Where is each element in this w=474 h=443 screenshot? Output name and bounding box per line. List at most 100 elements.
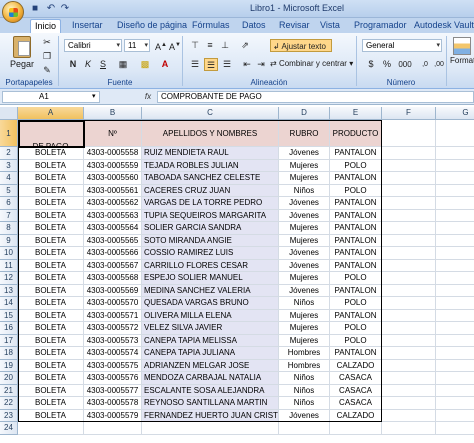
increase-decimal-icon[interactable]: ,0: [418, 58, 432, 71]
table-cell[interactable]: 4303-0005570: [84, 297, 142, 310]
table-cell[interactable]: Jóvenes: [279, 259, 330, 272]
table-cell[interactable]: BOLETA: [18, 234, 84, 247]
italic-button[interactable]: K: [81, 58, 95, 71]
table-cell[interactable]: Mujeres: [279, 234, 330, 247]
row-header-11[interactable]: 11: [0, 259, 18, 272]
cell[interactable]: [436, 310, 474, 322]
tab-programador[interactable]: Programador: [350, 19, 411, 33]
table-cell[interactable]: BOLETA: [18, 159, 84, 172]
table-cell[interactable]: PANTALON: [330, 222, 382, 235]
table-cell[interactable]: BOLETA: [18, 197, 84, 210]
cell[interactable]: [382, 309, 436, 322]
table-cell[interactable]: CALZADO: [330, 359, 382, 372]
tab-inicio[interactable]: Inicio: [30, 19, 62, 33]
table-cell[interactable]: 4303-0005561: [84, 184, 142, 197]
table-cell[interactable]: Niños: [279, 384, 330, 397]
column-header-d[interactable]: D: [279, 107, 330, 120]
table-cell[interactable]: PANTALON: [330, 234, 382, 247]
table-cell[interactable]: 4303-0005575: [84, 359, 142, 372]
table-cell[interactable]: PANTALON: [330, 284, 382, 297]
cell[interactable]: [382, 347, 436, 360]
table-cell[interactable]: 4303-0005576: [84, 372, 142, 385]
table-cell[interactable]: BOLETA: [18, 372, 84, 385]
cell[interactable]: [382, 359, 436, 372]
table-cell[interactable]: Mujeres: [279, 309, 330, 322]
table-cell[interactable]: BOLETA: [18, 222, 84, 235]
row-header-19[interactable]: 19: [0, 359, 18, 372]
table-cell[interactable]: PANTALON: [330, 172, 382, 185]
undo-icon[interactable]: ↶: [44, 2, 58, 15]
table-cell[interactable]: 4303-0005568: [84, 272, 142, 285]
table-cell[interactable]: Mujeres: [279, 272, 330, 285]
row-header-22[interactable]: 22: [0, 397, 18, 410]
table-cell[interactable]: Mujeres: [279, 172, 330, 185]
tab-formulas[interactable]: Fórmulas: [188, 19, 234, 33]
table-cell[interactable]: BOLETA: [18, 359, 84, 372]
table-cell[interactable]: OLIVERA MILLA ELENA: [142, 309, 279, 322]
table-cell[interactable]: Mujeres: [279, 159, 330, 172]
conditional-format-button[interactable]: Format condic: [450, 35, 474, 77]
table-header-cell[interactable]: PRODUCTO: [330, 120, 382, 147]
table-cell[interactable]: 4303-0005562: [84, 197, 142, 210]
thousands-button[interactable]: 000: [396, 58, 414, 71]
table-cell[interactable]: BOLETA: [18, 147, 84, 160]
row-header-6[interactable]: 6: [0, 197, 18, 210]
cell[interactable]: [382, 397, 436, 410]
row-header-9[interactable]: 9: [0, 234, 18, 247]
table-cell[interactable]: BOLETA: [18, 384, 84, 397]
row-header-16[interactable]: 16: [0, 322, 18, 335]
table-cell[interactable]: CASACA: [330, 384, 382, 397]
tab-datos[interactable]: Datos: [238, 19, 270, 33]
cell[interactable]: [330, 422, 382, 435]
cell[interactable]: [382, 222, 436, 235]
table-cell[interactable]: SOTO MIRANDA ANGIE: [142, 234, 279, 247]
cell[interactable]: [436, 297, 474, 310]
column-header-g[interactable]: G: [436, 107, 474, 120]
row-header-12[interactable]: 12: [0, 272, 18, 285]
cell[interactable]: [382, 322, 436, 335]
tab-autodesk-vault[interactable]: Autodesk Vault: [410, 19, 474, 33]
row-header-2[interactable]: 2: [0, 147, 18, 160]
font-name-select[interactable]: Calibri ▾: [64, 39, 122, 52]
table-cell[interactable]: Hombres: [279, 347, 330, 360]
row-header-15[interactable]: 15: [0, 309, 18, 322]
table-cell[interactable]: 4303-0005573: [84, 334, 142, 347]
cell[interactable]: [436, 397, 474, 410]
table-cell[interactable]: BOLETA: [18, 272, 84, 285]
redo-icon[interactable]: ↷: [58, 2, 72, 15]
align-bottom-icon[interactable]: ⊥: [218, 39, 232, 52]
table-cell[interactable]: CANEPA TAPIA JULIANA: [142, 347, 279, 360]
table-cell[interactable]: MEDINA SANCHEZ VALERIA: [142, 284, 279, 297]
table-cell[interactable]: Jóvenes: [279, 409, 330, 422]
table-cell[interactable]: CANEPA TAPIA MELISSA: [142, 334, 279, 347]
table-cell[interactable]: TEJADA ROBLES JULIAN: [142, 159, 279, 172]
table-cell[interactable]: VARGAS DE LA TORRE PEDRO: [142, 197, 279, 210]
cell[interactable]: [436, 347, 474, 360]
table-cell[interactable]: RUIZ MENDIETA RAUL: [142, 147, 279, 160]
column-header-f[interactable]: F: [382, 107, 436, 120]
table-cell[interactable]: Jóvenes: [279, 197, 330, 210]
row-header-17[interactable]: 17: [0, 334, 18, 347]
table-cell[interactable]: BOLETA: [18, 259, 84, 272]
table-cell[interactable]: Niños: [279, 184, 330, 197]
wrap-text-button[interactable]: ↲ Ajustar texto: [270, 39, 332, 52]
fill-color-icon[interactable]: ▩: [138, 58, 152, 71]
row-header-1[interactable]: 1: [0, 120, 18, 147]
table-cell[interactable]: 4303-0005558: [84, 147, 142, 160]
table-cell[interactable]: BOLETA: [18, 409, 84, 422]
table-cell[interactable]: BOLETA: [18, 184, 84, 197]
table-cell[interactable]: ESPEJO SOLIER MANUEL: [142, 272, 279, 285]
table-cell[interactable]: BOLETA: [18, 347, 84, 360]
borders-icon[interactable]: ▦: [116, 58, 130, 71]
cell[interactable]: [382, 372, 436, 385]
table-cell[interactable]: BOLETA: [18, 309, 84, 322]
decrease-indent-icon[interactable]: ⇤: [240, 58, 254, 71]
cell[interactable]: [382, 209, 436, 222]
copy-icon[interactable]: ❐: [40, 50, 54, 63]
column-header-c[interactable]: C: [142, 107, 279, 120]
table-cell[interactable]: Jóvenes: [279, 284, 330, 297]
table-cell[interactable]: CASACA: [330, 397, 382, 410]
cell[interactable]: [84, 422, 142, 435]
cell[interactable]: [436, 210, 474, 222]
cell[interactable]: [382, 184, 436, 197]
